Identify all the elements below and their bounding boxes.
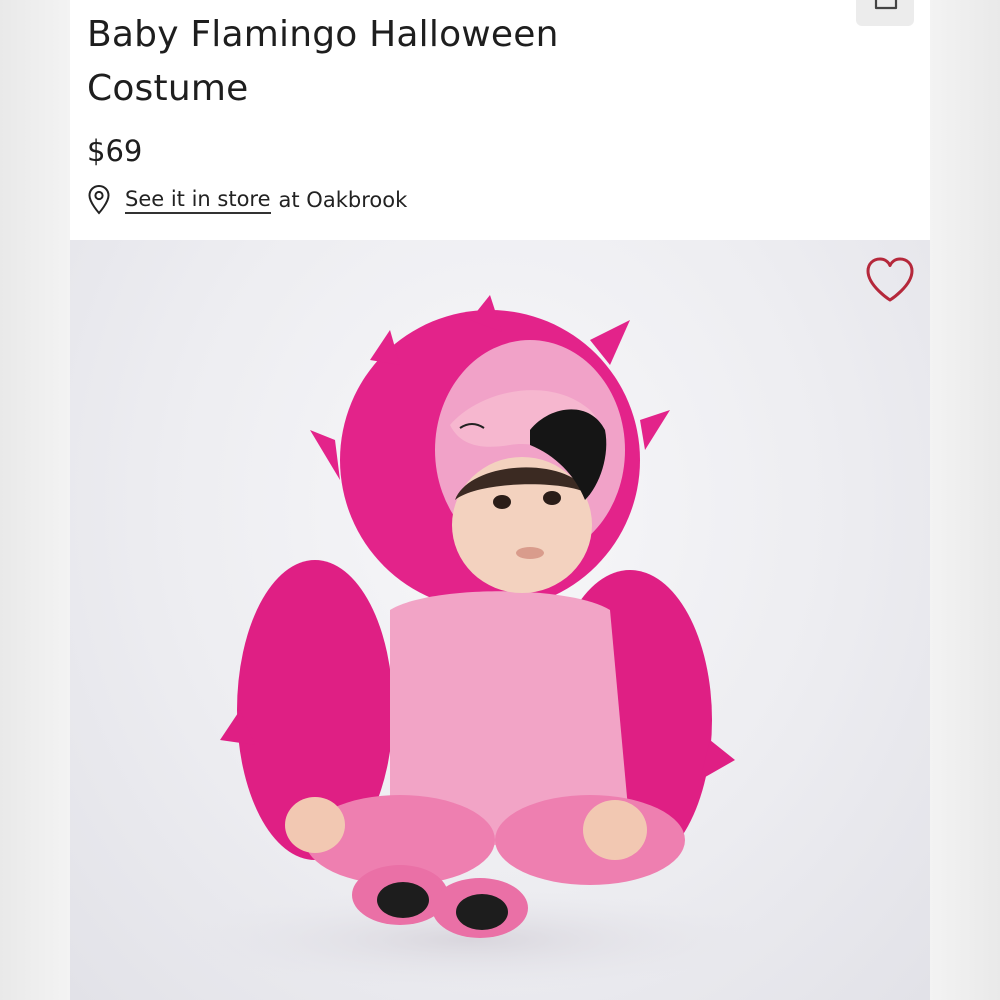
page-background: Baby Flamingo Halloween Costume $69 See … — [0, 0, 1000, 1000]
see-in-store-link[interactable]: See it in store — [125, 187, 271, 214]
product-price: $69 — [87, 134, 143, 168]
product-image[interactable] — [70, 240, 930, 1000]
product-photo — [170, 295, 770, 990]
share-icon — [874, 0, 898, 10]
store-availability: See it in store at Oakbrook — [87, 180, 407, 220]
heart-icon[interactable] — [864, 256, 916, 304]
product-info-card: Baby Flamingo Halloween Costume $69 See … — [70, 0, 930, 240]
share-button[interactable] — [856, 0, 914, 26]
product-title: Baby Flamingo Halloween Costume — [87, 14, 559, 109]
location-pin-icon — [88, 184, 110, 215]
store-location-text: at Oakbrook — [278, 188, 408, 212]
